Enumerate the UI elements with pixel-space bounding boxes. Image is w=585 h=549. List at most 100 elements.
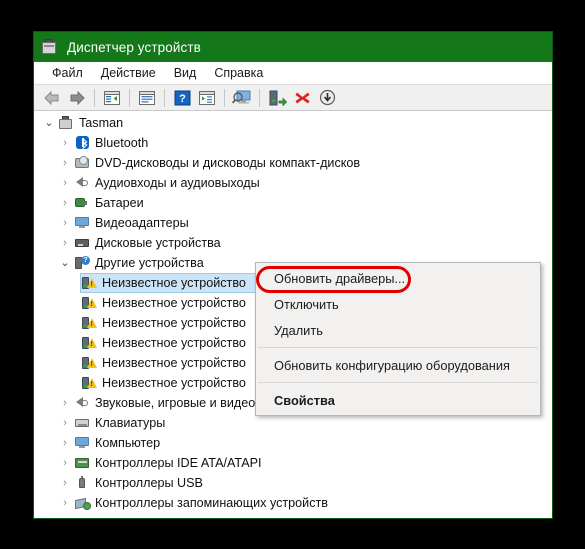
disable-device-arrow-icon[interactable] — [315, 86, 339, 109]
tree-row-root[interactable]: ⌄ Tasman — [35, 113, 551, 133]
update-driver-icon[interactable] — [265, 86, 289, 109]
bluetooth-icon — [73, 135, 91, 151]
show-hide-console-tree-icon[interactable] — [100, 86, 124, 109]
toolbar-separator — [129, 88, 130, 107]
chevron-down-icon[interactable]: ⌄ — [41, 115, 57, 131]
tree-label: Неизвестное устройство — [102, 336, 246, 350]
device-list-icon[interactable] — [195, 86, 219, 109]
context-menu-separator — [258, 347, 538, 348]
chevron-right-icon[interactable]: › — [57, 515, 73, 517]
chevron-down-icon[interactable]: ⌄ — [57, 255, 73, 271]
tree-label: Неизвестное устройство — [102, 296, 246, 310]
ctx-properties[interactable]: Свойства — [256, 387, 540, 413]
tree-row-computer[interactable]: › Компьютер — [35, 433, 551, 453]
properties-panel-icon[interactable] — [135, 86, 159, 109]
tree-label: Другие устройства — [95, 256, 204, 270]
tree-label: Контроллеры запоминающих устройств — [95, 496, 328, 510]
display-adapter-icon — [73, 435, 91, 451]
menu-view[interactable]: Вид — [165, 64, 206, 82]
unknown-device-warning-icon — [80, 275, 98, 291]
ctx-uninstall[interactable]: Удалить — [256, 317, 540, 343]
menu-file[interactable]: Файл — [43, 64, 92, 82]
device-manager-icon — [41, 38, 58, 56]
toolbar: ? — [34, 84, 552, 111]
unknown-device-warning-icon — [80, 335, 98, 351]
chevron-right-icon[interactable]: › — [57, 475, 73, 491]
tree-label: Дисковые устройства — [95, 236, 221, 250]
chevron-right-icon[interactable]: › — [57, 135, 73, 151]
tree-row-bluetooth[interactable]: › Bluetooth — [35, 133, 551, 153]
tree-label: Неизвестное устройство — [102, 376, 246, 390]
ctx-scan-hardware[interactable]: Обновить конфигурацию оборудования — [256, 352, 540, 378]
menu-action[interactable]: Действие — [92, 64, 165, 82]
chevron-right-icon[interactable]: › — [57, 455, 73, 471]
tree-label: Неизвестное устройство — [102, 316, 246, 330]
ctx-disable[interactable]: Отключить — [256, 291, 540, 317]
audio-icon — [73, 175, 91, 191]
forward-arrow-icon[interactable] — [65, 86, 89, 109]
screenshot-root: Диспетчер устройств Файл Действие Вид Сп… — [0, 0, 585, 549]
other-devices-icon: ? — [73, 255, 91, 271]
chevron-right-icon[interactable]: › — [57, 155, 73, 171]
tree-label: Мониторы — [95, 515, 155, 517]
unknown-device-warning-icon — [80, 375, 98, 391]
tree-row-ide-controllers[interactable]: › Контроллеры IDE ATA/ATAPI — [35, 453, 551, 473]
back-arrow-icon[interactable] — [40, 86, 64, 109]
chevron-right-icon[interactable]: › — [57, 435, 73, 451]
tree-row-audio-inputs-outputs[interactable]: › Аудиовходы и аудиовыходы — [35, 173, 551, 193]
chevron-right-icon[interactable]: › — [57, 495, 73, 511]
battery-icon — [73, 195, 91, 211]
uninstall-device-red-x-icon[interactable] — [290, 86, 314, 109]
toolbar-separator — [164, 88, 165, 107]
chevron-right-icon[interactable]: › — [57, 215, 73, 231]
audio-icon — [73, 395, 91, 411]
chevron-right-icon[interactable]: › — [57, 395, 73, 411]
tree-label: Tasman — [79, 116, 124, 130]
scan-hardware-changes-icon[interactable] — [230, 86, 254, 109]
tree-row-monitors[interactable]: › Мониторы — [35, 513, 551, 517]
chevron-right-icon[interactable]: › — [57, 175, 73, 191]
tree-label: Клавиатуры — [95, 416, 166, 430]
chevron-right-icon[interactable]: › — [57, 415, 73, 431]
tree-label: Батареи — [95, 196, 144, 210]
tree-row-display-adapters[interactable]: › Видеоадаптеры — [35, 213, 551, 233]
keyboard-icon — [73, 415, 91, 431]
toolbar-separator — [94, 88, 95, 107]
dvd-drive-icon — [73, 155, 91, 171]
disk-drive-icon — [73, 235, 91, 251]
context-menu[interactable]: Обновить драйверы... Отключить Удалить О… — [255, 262, 541, 416]
tree-label: Bluetooth — [95, 136, 149, 150]
menu-help[interactable]: Справка — [205, 64, 272, 82]
ide-controller-icon — [73, 455, 91, 471]
chevron-right-icon[interactable]: › — [57, 235, 73, 251]
display-adapter-icon — [73, 215, 91, 231]
tree-label: Компьютер — [95, 436, 161, 450]
tree-row-keyboards[interactable]: › Клавиатуры — [35, 413, 551, 433]
tree-label: Неизвестное устройство — [102, 356, 246, 370]
storage-controller-icon — [73, 495, 91, 511]
ctx-update-drivers[interactable]: Обновить драйверы... — [256, 265, 540, 291]
window-titlebar: Диспетчер устройств — [34, 32, 552, 62]
tree-row-dvd-drives[interactable]: › DVD-дисководы и дисководы компакт-диск… — [35, 153, 551, 173]
tree-row-usb-controllers[interactable]: › Контроллеры USB — [35, 473, 551, 493]
tree-label: Аудиовходы и аудиовыходы — [95, 176, 260, 190]
toolbar-separator — [259, 88, 260, 107]
svg-text:?: ? — [179, 93, 186, 105]
chevron-right-icon[interactable]: › — [57, 195, 73, 211]
context-menu-separator — [258, 382, 538, 383]
window-title: Диспетчер устройств — [67, 39, 201, 55]
unknown-device-warning-icon — [80, 355, 98, 371]
usb-controller-icon — [73, 475, 91, 491]
help-question-icon[interactable]: ? — [170, 86, 194, 109]
tree-label: Неизвестное устройство — [102, 276, 246, 290]
tree-row-batteries[interactable]: › Батареи — [35, 193, 551, 213]
display-adapter-icon — [73, 515, 91, 517]
tree-label: Контроллеры USB — [95, 476, 203, 490]
computer-icon — [57, 115, 75, 131]
tree-row-disk-drives[interactable]: › Дисковые устройства — [35, 233, 551, 253]
tree-row-storage-controllers[interactable]: › Контроллеры запоминающих устройств — [35, 493, 551, 513]
tree-label: Контроллеры IDE ATA/ATAPI — [95, 456, 262, 470]
toolbar-separator — [224, 88, 225, 107]
menubar: Файл Действие Вид Справка — [34, 62, 552, 84]
unknown-device-warning-icon — [80, 295, 98, 311]
